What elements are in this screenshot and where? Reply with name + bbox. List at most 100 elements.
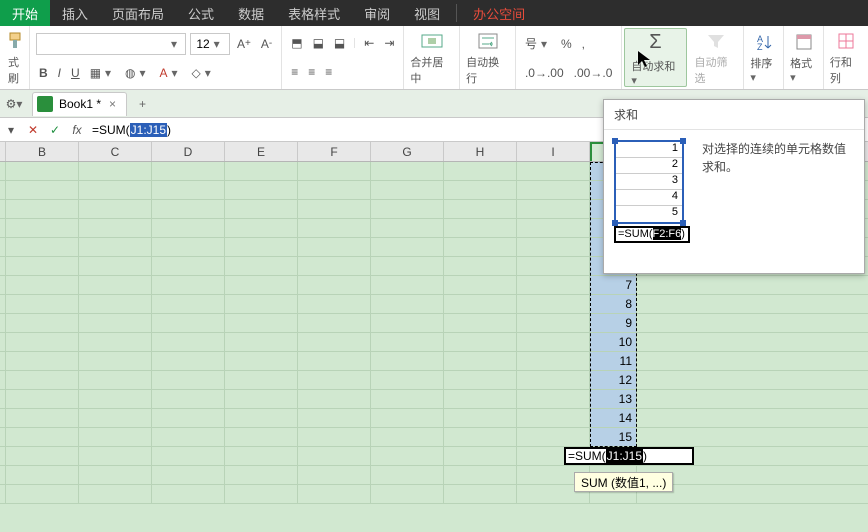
cell[interactable]: [152, 447, 225, 465]
cell[interactable]: [152, 485, 225, 503]
col-header[interactable]: C: [79, 142, 152, 161]
cell[interactable]: [298, 314, 371, 332]
tab-start[interactable]: 开始: [0, 0, 50, 26]
format-icon[interactable]: [792, 31, 816, 53]
tab-formula[interactable]: 公式: [176, 0, 226, 26]
cell[interactable]: [152, 295, 225, 313]
bold-button[interactable]: B: [36, 64, 51, 82]
cell[interactable]: [6, 162, 79, 180]
cell[interactable]: [79, 276, 152, 294]
cell-j-selected[interactable]: 10: [590, 333, 637, 351]
comma-style-button[interactable]: ,: [579, 35, 588, 53]
cell[interactable]: [79, 219, 152, 237]
increase-indent-icon[interactable]: ⇥: [381, 34, 397, 52]
cell[interactable]: [371, 352, 444, 370]
cell[interactable]: [225, 390, 298, 408]
font-name-select[interactable]: ▾: [36, 33, 186, 55]
cell[interactable]: [517, 162, 590, 180]
cell-editor[interactable]: =SUM(J1:J15): [564, 447, 694, 465]
cell[interactable]: [371, 200, 444, 218]
cell[interactable]: [6, 295, 79, 313]
cell[interactable]: [225, 428, 298, 446]
format-painter-icon[interactable]: [4, 30, 28, 52]
cell[interactable]: [444, 390, 517, 408]
cell[interactable]: [6, 276, 79, 294]
cell[interactable]: [371, 276, 444, 294]
cell[interactable]: [444, 352, 517, 370]
cell[interactable]: [444, 276, 517, 294]
cell[interactable]: [152, 409, 225, 427]
cell[interactable]: [444, 333, 517, 351]
cell[interactable]: [6, 409, 79, 427]
cell[interactable]: [371, 390, 444, 408]
col-header[interactable]: E: [225, 142, 298, 161]
cell[interactable]: [152, 314, 225, 332]
cell[interactable]: [298, 276, 371, 294]
cell[interactable]: [298, 181, 371, 199]
cell[interactable]: [225, 219, 298, 237]
cell[interactable]: [298, 485, 371, 503]
cell[interactable]: [444, 238, 517, 256]
new-tab-button[interactable]: +: [133, 95, 152, 113]
increase-font-icon[interactable]: A+: [234, 35, 254, 53]
cell[interactable]: [298, 162, 371, 180]
cell[interactable]: [6, 371, 79, 389]
cell[interactable]: [371, 181, 444, 199]
cell[interactable]: [371, 295, 444, 313]
currency-button[interactable]: 号▾: [522, 33, 554, 54]
file-tab-book1[interactable]: Book1 * ×: [32, 92, 127, 116]
cell[interactable]: [298, 200, 371, 218]
sort-icon[interactable]: AZ: [752, 31, 776, 53]
cell[interactable]: [79, 181, 152, 199]
chevron-down-icon[interactable]: ▾: [210, 37, 224, 51]
cell-j-selected[interactable]: 12: [590, 371, 637, 389]
cell[interactable]: [79, 352, 152, 370]
cell[interactable]: [517, 371, 590, 389]
cell[interactable]: [517, 295, 590, 313]
cell[interactable]: [371, 314, 444, 332]
cell[interactable]: [517, 333, 590, 351]
cell[interactable]: [517, 428, 590, 446]
cell[interactable]: [298, 466, 371, 484]
align-right-icon[interactable]: ≡: [322, 63, 335, 81]
cell[interactable]: [79, 371, 152, 389]
cell[interactable]: [152, 352, 225, 370]
cell[interactable]: [152, 390, 225, 408]
cell[interactable]: [371, 219, 444, 237]
align-middle-icon[interactable]: ⬓: [310, 34, 327, 52]
cell[interactable]: [517, 276, 590, 294]
cell-j-selected[interactable]: 7: [590, 276, 637, 294]
cell[interactable]: [298, 352, 371, 370]
cell[interactable]: [6, 390, 79, 408]
cell[interactable]: [517, 219, 590, 237]
cell[interactable]: [517, 409, 590, 427]
align-top-icon[interactable]: ⬒: [288, 34, 305, 52]
cell[interactable]: [517, 257, 590, 275]
align-bottom-icon[interactable]: ⬓: [331, 34, 348, 52]
sort-label[interactable]: 排序▾: [750, 55, 777, 84]
cell[interactable]: [444, 466, 517, 484]
cell[interactable]: [152, 333, 225, 351]
cell[interactable]: [444, 428, 517, 446]
font-color-button[interactable]: A▾: [157, 64, 185, 82]
format-label[interactable]: 格式▾: [790, 55, 817, 84]
cell[interactable]: [371, 428, 444, 446]
align-left-icon[interactable]: ≡: [288, 63, 301, 81]
enter-icon[interactable]: ✓: [44, 123, 66, 137]
cell[interactable]: [6, 200, 79, 218]
cell[interactable]: [444, 257, 517, 275]
cell[interactable]: [517, 200, 590, 218]
cell[interactable]: [371, 447, 444, 465]
cell[interactable]: [298, 447, 371, 465]
fx-icon[interactable]: fx: [66, 123, 88, 137]
cell[interactable]: [371, 485, 444, 503]
cell[interactable]: [152, 466, 225, 484]
tab-view[interactable]: 视图: [402, 0, 452, 26]
cell-j-selected[interactable]: 8: [590, 295, 637, 313]
cell[interactable]: [79, 390, 152, 408]
col-header[interactable]: B: [6, 142, 79, 161]
name-box-dropdown-icon[interactable]: ▾: [0, 123, 22, 137]
cell[interactable]: [225, 371, 298, 389]
decrease-indent-icon[interactable]: ⇤: [361, 34, 377, 52]
cell[interactable]: [225, 276, 298, 294]
